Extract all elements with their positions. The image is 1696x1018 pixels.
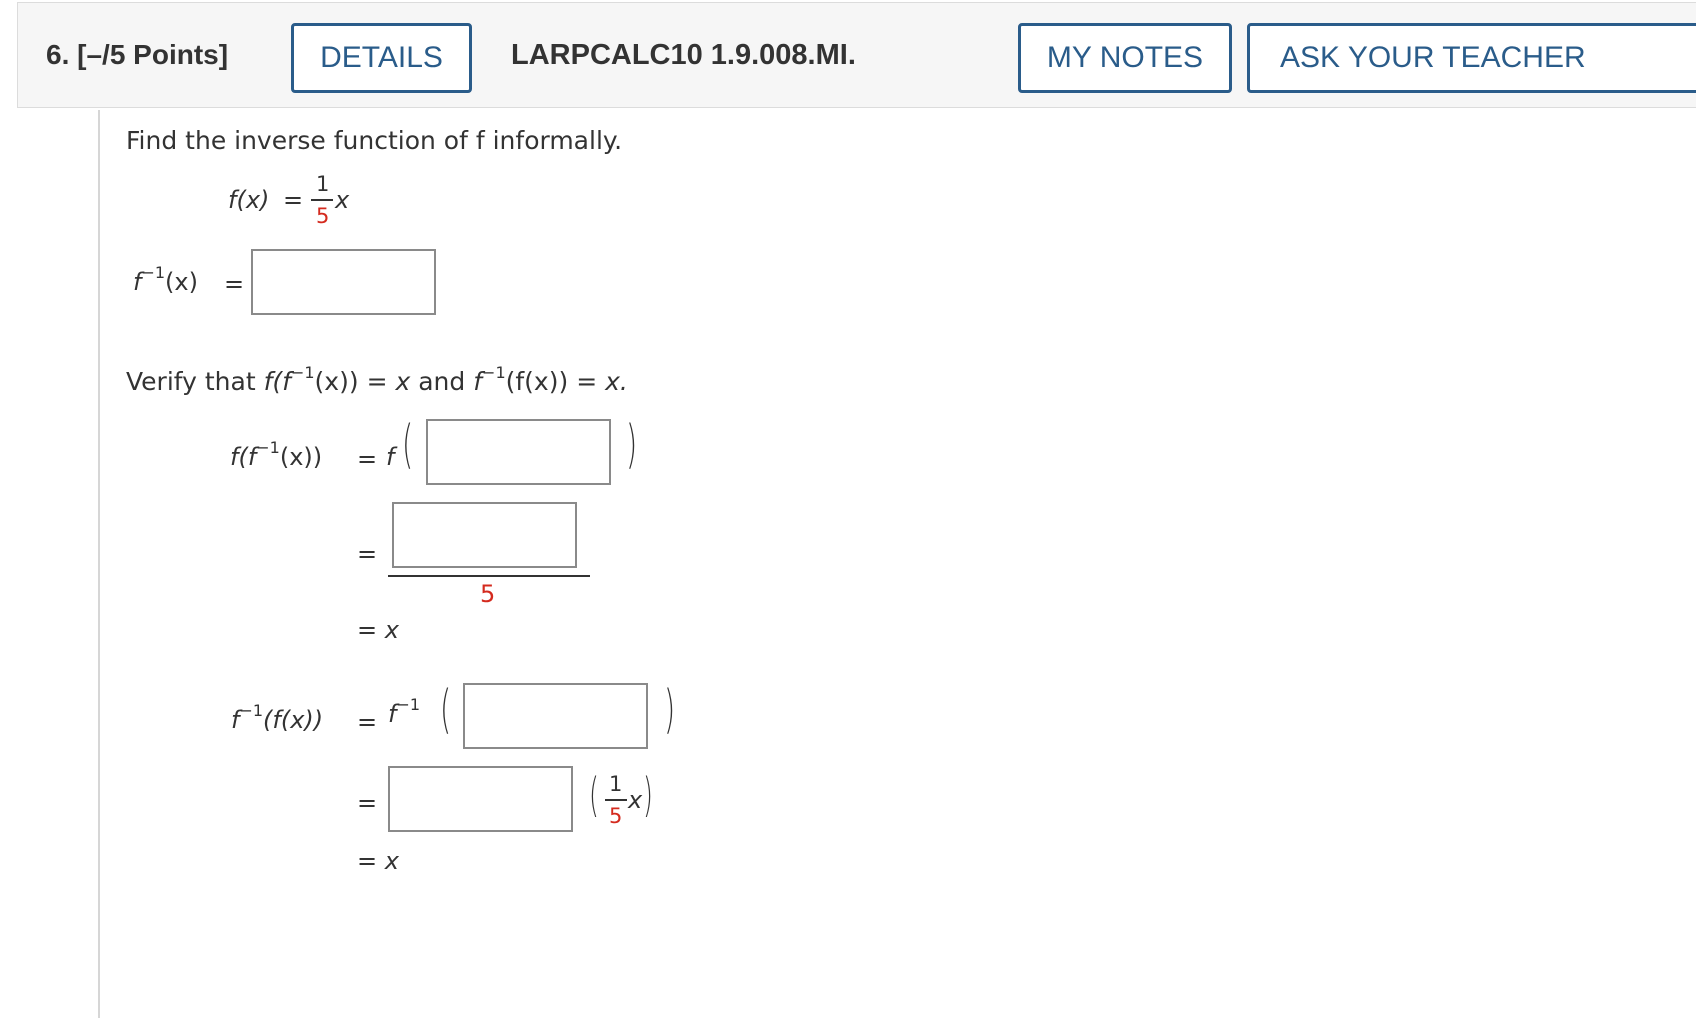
step1-outer-f: f: [386, 443, 395, 471]
function-fraction-bar: [311, 199, 333, 201]
step1-numerator-input[interactable]: [392, 502, 577, 568]
step2-right-paren: ): [664, 680, 676, 740]
details-button[interactable]: DETAILS: [291, 23, 472, 93]
step2-equals: =: [357, 708, 378, 736]
step2-result: = x: [357, 847, 399, 875]
question-points: [–/5 Points]: [77, 39, 229, 70]
step1-lhs-start: f(f: [230, 443, 257, 471]
content-left-border: [98, 110, 100, 1018]
verify-expr1-end: (x)): [314, 367, 359, 396]
step2-outer-exponent: −1: [396, 695, 421, 714]
step1-denominator: 5: [480, 580, 496, 608]
question-header: 6. [–/5 Points] DETAILS LARPCALC10 1.9.0…: [17, 2, 1696, 108]
step2-frac-left-paren: (: [589, 768, 599, 822]
step2-inner-input[interactable]: [463, 683, 648, 749]
step2-frac-variable: x: [628, 786, 643, 814]
ask-your-teacher-button[interactable]: ASK YOUR TEACHER: [1247, 23, 1696, 93]
verify-expr1-exponent: −1: [290, 363, 315, 382]
problem-code: LARPCALC10 1.9.008.MI.: [511, 39, 856, 71]
step2-frac-denominator: 5: [609, 804, 623, 828]
step1-lhs-exponent: −1: [256, 438, 280, 457]
step2-fraction-bar: [605, 799, 627, 801]
verify-expr1-eq-x: = x: [366, 367, 411, 396]
inverse-lhs: f−1(x): [133, 263, 198, 296]
step2-frac-numerator: 1: [609, 772, 623, 796]
step1-lhs: f(f−1(x)): [230, 438, 323, 471]
step2-lhs-argument: (f(x)): [263, 706, 324, 734]
instruction-text: Find the inverse function of f informall…: [126, 126, 622, 155]
step2-left-paren: (: [440, 680, 452, 740]
function-coef-numerator: 1: [316, 172, 330, 196]
verify-expr2-exponent: −1: [482, 363, 506, 382]
function-equals: =: [283, 186, 304, 214]
step1-right-paren: ): [626, 415, 638, 475]
function-coef-denominator: 5: [316, 204, 330, 228]
step1-equals-2: =: [357, 540, 378, 568]
inverse-lhs-exponent: −1: [141, 263, 166, 282]
verify-and: and: [418, 367, 466, 396]
my-notes-button[interactable]: MY NOTES: [1018, 23, 1232, 93]
step1-result: = x: [357, 616, 399, 644]
question-number: 6. [–/5 Points]: [46, 39, 228, 71]
function-lhs: f(x): [228, 186, 270, 214]
verify-intro: Verify that: [126, 367, 256, 396]
inverse-equals: =: [224, 270, 245, 298]
step1-inner-input[interactable]: [426, 419, 611, 485]
verify-expr1-start: f(f: [263, 367, 291, 396]
step2-frac-right-paren: ): [643, 768, 653, 822]
step2-lhs-exponent: −1: [239, 701, 264, 720]
step1-left-paren: (: [402, 415, 414, 475]
step1-lhs-end: (x)): [279, 443, 323, 471]
step2-outer-finv: f−1: [388, 695, 420, 728]
inverse-answer-input[interactable]: [251, 249, 436, 315]
inverse-lhs-argument: (x): [165, 268, 198, 296]
question-index: 6.: [46, 39, 70, 70]
instruction-label: Find the inverse function of f informall…: [126, 126, 623, 155]
verify-expr2-eq-x: = x.: [576, 367, 628, 396]
function-variable: x: [335, 186, 350, 214]
step1-fraction-bar: [388, 575, 590, 577]
verify-statement: Verify that f(f−1(x)) = x and f−1(f(x)) …: [126, 363, 628, 396]
verify-expr2-argument: (f(x)): [505, 367, 569, 396]
step2-equals-2: =: [357, 789, 378, 817]
step2-lhs: f−1(f(x)): [231, 701, 324, 734]
step2-coef-input[interactable]: [388, 766, 573, 832]
step1-equals: =: [357, 445, 378, 473]
verify-expr2-f: f: [473, 367, 483, 396]
